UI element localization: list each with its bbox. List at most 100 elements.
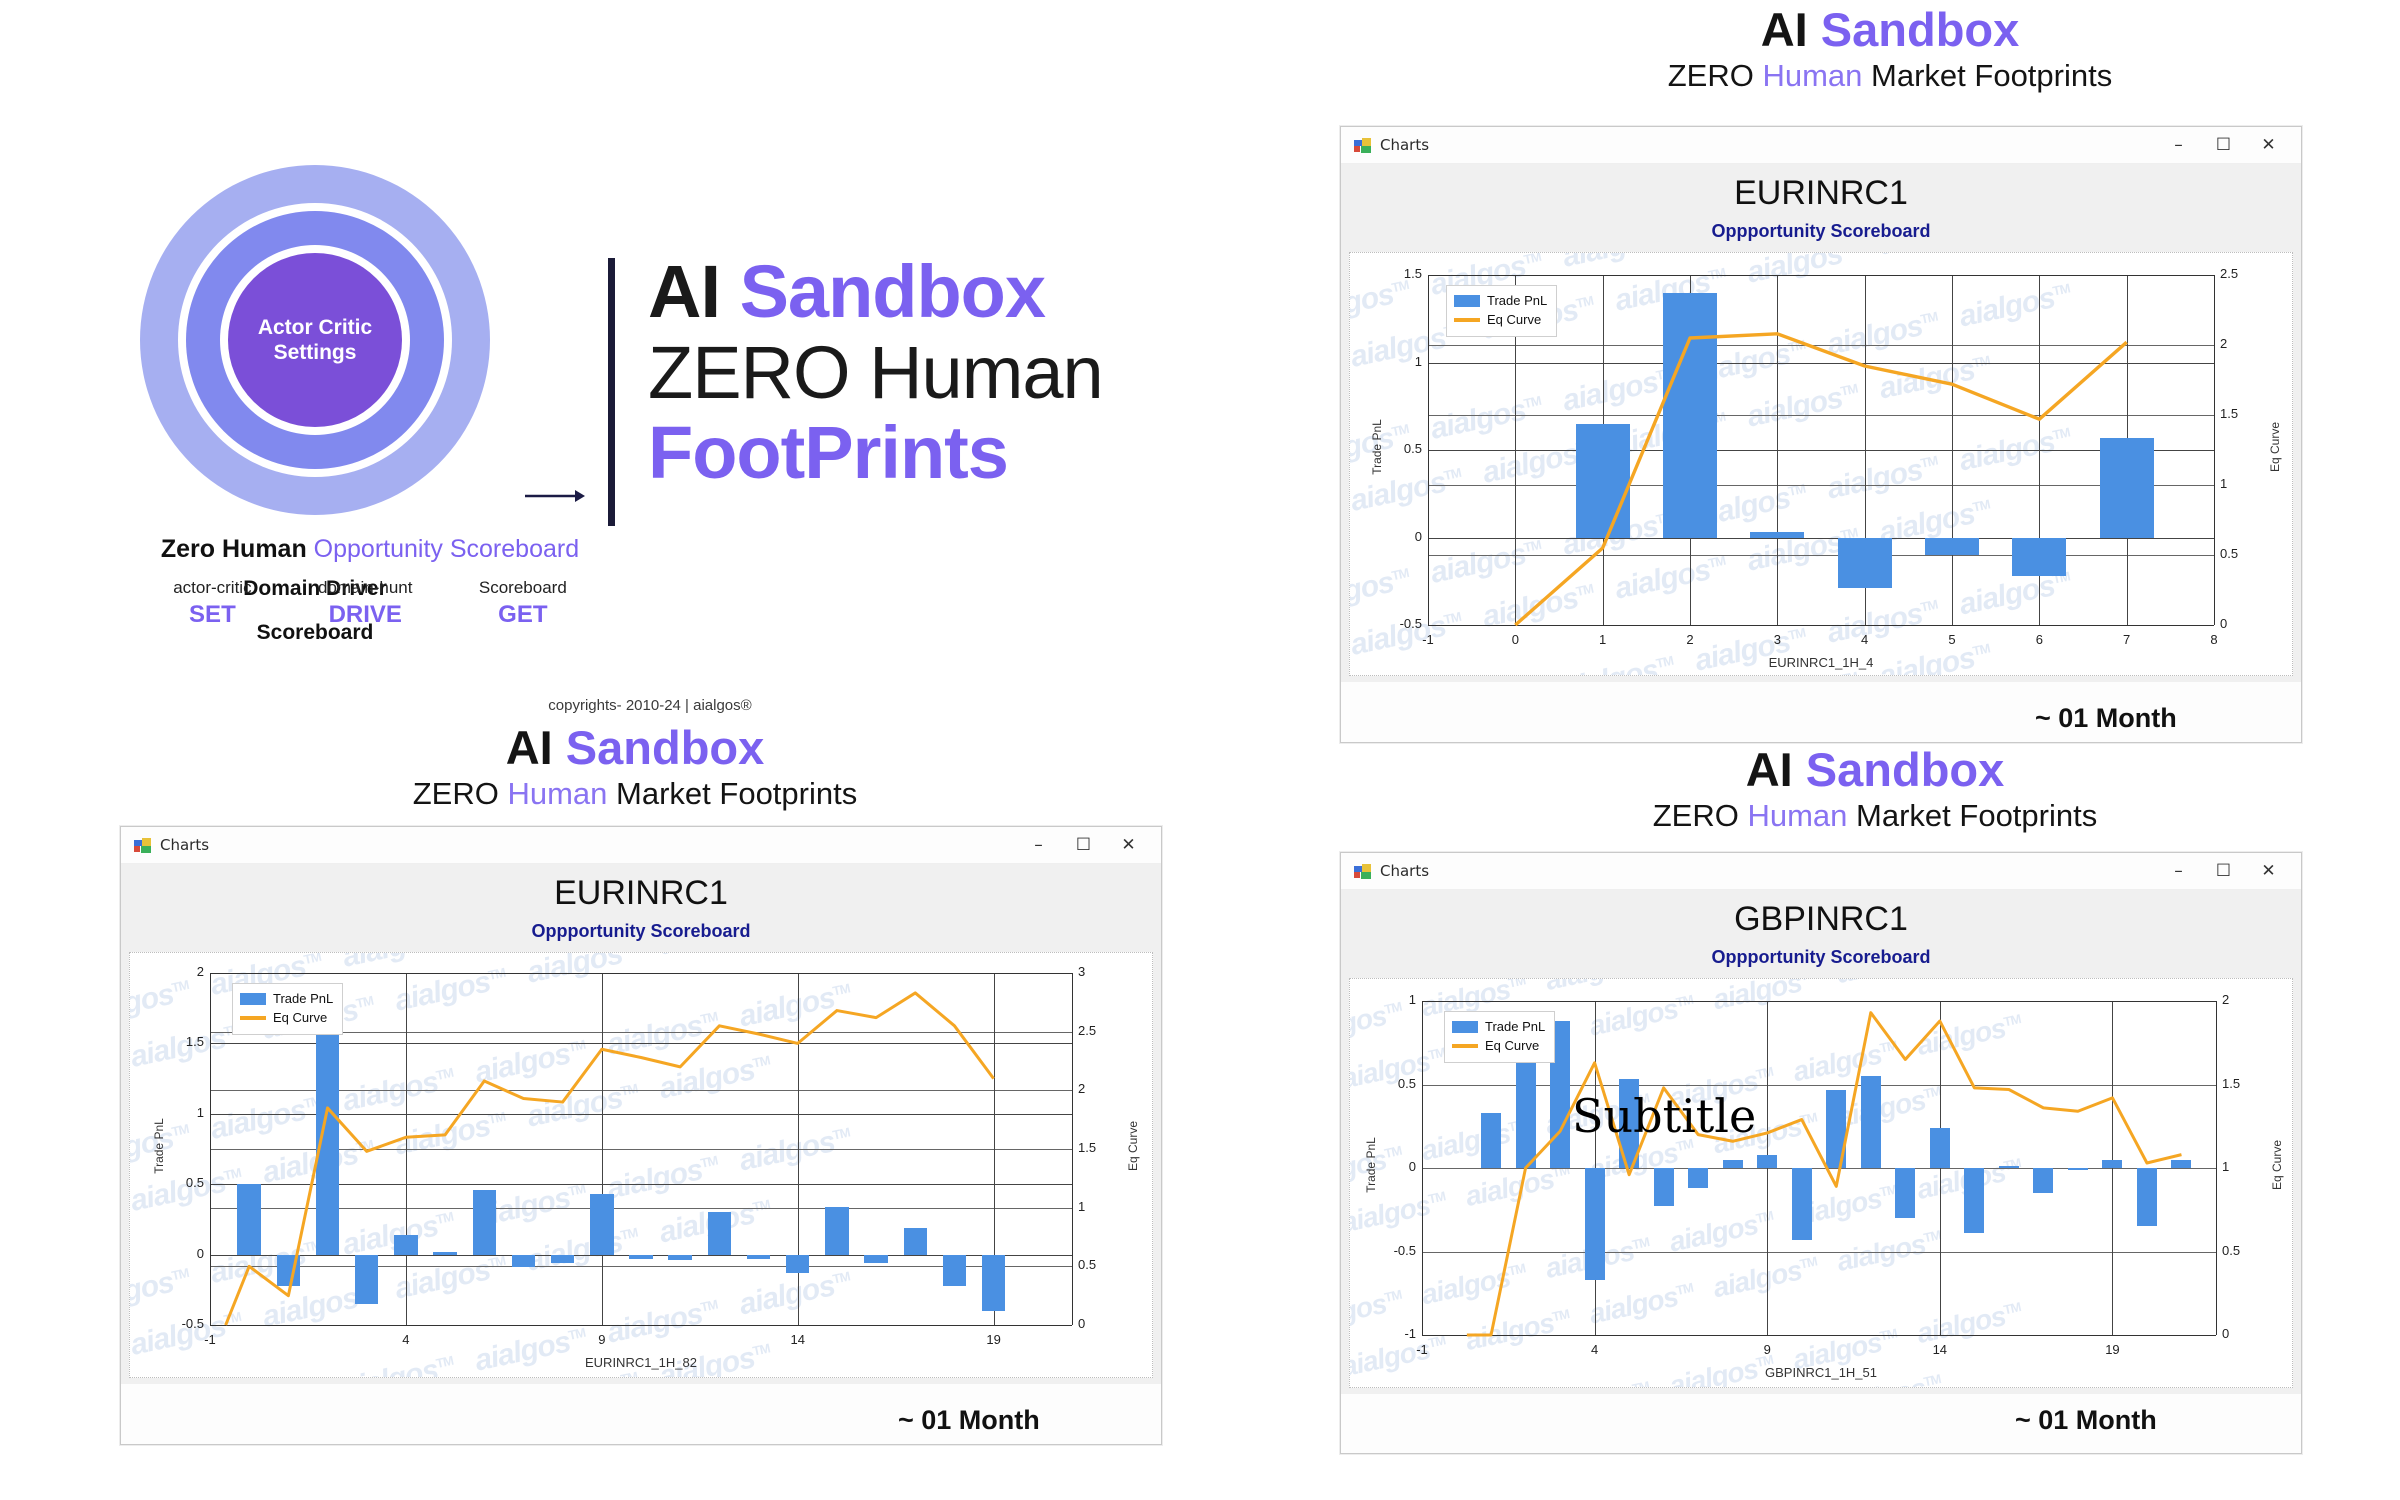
x-axis-tick: 2 — [1686, 632, 1694, 647]
legend-label-eq-curve: Eq Curve — [273, 1009, 328, 1025]
y2-axis-tick: 2 — [2222, 992, 2230, 1007]
triad-value-set: SET — [189, 601, 236, 628]
x-axis-tick: 8 — [2210, 632, 2218, 647]
y2-axis-tick: 2 — [2220, 336, 2228, 351]
plot-area[interactable]: aialgosTM aialgosTM aialgosTM aialgosTM … — [1350, 253, 2292, 675]
window-title: Charts — [160, 836, 210, 854]
y-axis-tick: -0.5 — [181, 1316, 204, 1331]
charts-app-icon — [1354, 137, 1371, 153]
y-axis-tick: 1.5 — [1403, 266, 1422, 281]
chart-annotation: Subtitle — [1572, 1089, 1757, 1143]
core-label-line2: Settings — [273, 341, 357, 364]
headline-ai: AI — [648, 250, 740, 333]
y-axis-tick: 0 — [196, 1245, 204, 1261]
sandbox-title-ai: AI — [505, 721, 566, 774]
x-axis-tick: -1 — [204, 1332, 216, 1347]
close-button[interactable]: ✕ — [2246, 853, 2291, 889]
sandbox-sub-zero: ZERO — [1667, 58, 1763, 94]
window-controls[interactable]: – ☐ ✕ — [2156, 853, 2291, 889]
x-axis-tick: 6 — [2035, 632, 2043, 647]
close-button[interactable]: ✕ — [2246, 127, 2291, 163]
window-body: EURINRC1 Oppportunity Scoreboard aialgos… — [121, 864, 1161, 1384]
core-circle-actor-critic: Actor Critic Settings — [228, 253, 402, 427]
y-axis-tick: 1 — [1408, 992, 1416, 1007]
sandbox-subtitle: ZERO Human Market Footprints — [1525, 797, 2225, 834]
y-axis-tick: -1 — [1404, 1326, 1416, 1341]
legend-label-trade-pnl: Trade PnL — [1487, 293, 1548, 308]
tagline-black: Zero Human — [160, 535, 314, 563]
headline-sandbox: Sandbox — [739, 250, 1046, 333]
plot-area[interactable]: aialgosTM aialgosTM aialgosTM aialgosTM … — [1350, 979, 2292, 1387]
y-axis-tick: 0.5 — [1397, 1075, 1416, 1091]
chart-window-eurinrc1-4[interactable]: Charts – ☐ ✕ EURINRC1 Oppportunity Score… — [1340, 126, 2302, 743]
chart-title: GBPINRC1 — [1734, 900, 1908, 938]
headline-line-3: FootPrints — [648, 411, 1009, 495]
minimize-button[interactable]: – — [2156, 853, 2201, 889]
y-axis-tick: 1.5 — [185, 1034, 204, 1050]
plot-area[interactable]: aialgosTM aialgosTM aialgosTM aialgosTM … — [130, 953, 1152, 1377]
y-axis-tick: 1 — [196, 1104, 204, 1120]
chart-window-gbpinrc1-51[interactable]: Charts – ☐ ✕ GBPINRC1 Oppportunity Score… — [1340, 852, 2302, 1454]
x-axis-tick: 0 — [1511, 632, 1519, 647]
sandbox-title-sandbox: Sandbox — [565, 721, 765, 774]
window-titlebar[interactable]: Charts – ☐ ✕ — [121, 827, 1161, 864]
sandbox-header-bottom-right: AI Sandbox ZERO Human Market Footprints — [1525, 745, 2225, 835]
headline-line-2: ZERO Human — [648, 330, 1104, 414]
triad-label-scoreboard: Scoreboard — [478, 578, 567, 597]
triad-label-domain-hunt: domain-hunt — [317, 578, 413, 597]
y2-axis-tick: 2.5 — [2220, 266, 2239, 281]
y-axis-tick: -0.5 — [1393, 1242, 1416, 1258]
tagline-purple: Opportunity Scoreboard — [313, 535, 580, 563]
legend-swatch-bar — [240, 993, 266, 1006]
x-axis-tick: 4 — [1590, 1342, 1599, 1357]
sandbox-sub-zero: ZERO — [1652, 798, 1748, 834]
x-axis-tick: 19 — [2105, 1342, 2120, 1357]
window-controls[interactable]: – ☐ ✕ — [2156, 127, 2291, 163]
sandbox-title-ai: AI — [1760, 3, 1821, 56]
y2-axis-tick: 1 — [2222, 1159, 2230, 1174]
brand-tagline: Zero Human Opportunity Scoreboard — [130, 535, 610, 564]
window-controls[interactable]: – ☐ ✕ — [1016, 827, 1151, 863]
legend-swatch-line — [240, 1016, 266, 1021]
triad-item-get: Scoreboard GET — [479, 578, 567, 629]
y2-axis-tick: 0.5 — [1078, 1257, 1097, 1273]
chart-legend: Trade PnL Eq Curve — [1444, 1011, 1556, 1063]
maximize-button[interactable]: ☐ — [2201, 127, 2246, 163]
x-axis-tick: 14 — [790, 1332, 805, 1347]
maximize-button[interactable]: ☐ — [2201, 853, 2246, 889]
legend-item-eq-curve: Eq Curve — [1454, 311, 1547, 330]
plot-frame[interactable]: aialgosTM aialgosTM aialgosTM aialgosTM … — [1349, 978, 2293, 1388]
footer-note-bottom-left: ~ 01 Month — [898, 1405, 1040, 1435]
charts-app-icon — [1354, 863, 1371, 879]
copyright-notice: copyrights- 2010-24 | aialgos® — [548, 697, 752, 714]
triad-label-actor-critic: actor-critic — [173, 578, 252, 597]
chart-window-eurinrc1-82[interactable]: Charts – ☐ ✕ EURINRC1 Oppportunity Score… — [120, 826, 1162, 1445]
y2-axis-tick: 1 — [2220, 476, 2228, 491]
legend-item-trade-pnl: Trade PnL — [240, 990, 333, 1009]
y2-axis-tick: 1.5 — [2220, 406, 2239, 421]
sandbox-title-sandbox: Sandbox — [1805, 743, 2005, 796]
legend-label-eq-curve: Eq Curve — [1487, 311, 1542, 327]
sandbox-title-ai: AI — [1745, 743, 1806, 796]
window-title: Charts — [1380, 862, 1430, 880]
y2-axis-tick: 1 — [1078, 1198, 1086, 1214]
y2-axis-tick: 3 — [1078, 964, 1086, 979]
close-button[interactable]: ✕ — [1106, 827, 1151, 863]
chart-title: EURINRC1 — [1734, 174, 1908, 212]
minimize-button[interactable]: – — [2156, 127, 2201, 163]
plot-frame[interactable]: aialgosTM aialgosTM aialgosTM aialgosTM … — [1349, 252, 2293, 676]
sandbox-header-top-right: AI Sandbox ZERO Human Market Footprints — [1540, 5, 2240, 95]
maximize-button[interactable]: ☐ — [1061, 827, 1106, 863]
sandbox-subtitle: ZERO Human Market Footprints — [1540, 57, 2240, 94]
y2-axis-label: Eq Curve — [1126, 1120, 1140, 1172]
window-titlebar[interactable]: Charts – ☐ ✕ — [1341, 853, 2301, 890]
x-axis-tick: 4 — [402, 1332, 410, 1347]
minimize-button[interactable]: – — [1016, 827, 1061, 863]
plot-frame[interactable]: aialgosTM aialgosTM aialgosTM aialgosTM … — [129, 952, 1153, 1378]
y-axis-label: Trade PnL — [152, 1118, 166, 1174]
window-titlebar[interactable]: Charts – ☐ ✕ — [1341, 127, 2301, 164]
sandbox-title-sandbox: Sandbox — [1820, 3, 2020, 56]
triad-item-drive: domain-hunt DRIVE — [318, 578, 413, 629]
core-label: Actor Critic Settings — [258, 315, 372, 365]
x-axis-tick: 14 — [1932, 1342, 1948, 1357]
